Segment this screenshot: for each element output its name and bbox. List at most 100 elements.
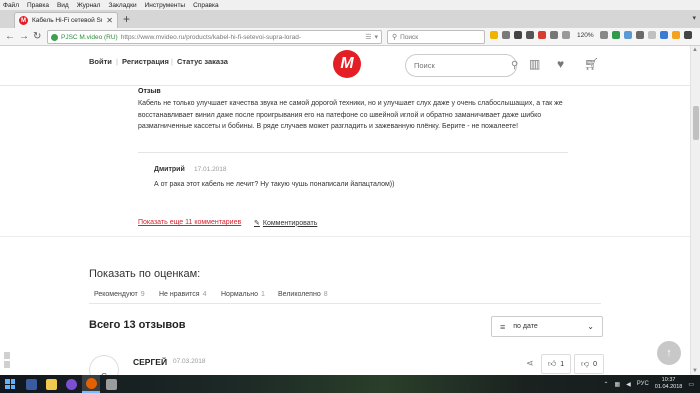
review-date: 07.03.2018 xyxy=(173,358,206,365)
rating-filter-count: 8 xyxy=(323,291,328,298)
like-button[interactable]: 👍︎ 1 xyxy=(541,354,571,374)
extension-icon[interactable] xyxy=(624,31,632,39)
bookmark-icon[interactable] xyxy=(490,31,498,39)
taskbar-firefox[interactable] xyxy=(82,375,100,393)
browser-tab[interactable]: М Кабель Hi-Fi сетевой Supra Lo ✕ xyxy=(14,12,118,28)
taskbar-app[interactable] xyxy=(42,375,60,393)
extension-icon[interactable] xyxy=(636,31,644,39)
toolbar-icons-right xyxy=(600,31,692,39)
rating-filter-dislike[interactable]: Не нравится 4 xyxy=(159,291,207,298)
adblock-icon[interactable] xyxy=(538,31,546,39)
login-link[interactable]: Войти xyxy=(89,57,112,66)
network-icon[interactable]: ▦ xyxy=(614,381,620,388)
rating-filter-normal[interactable]: Нормально 1 xyxy=(221,291,265,298)
gutter-mark xyxy=(4,352,10,359)
tab-strip: М Кабель Hi-Fi сетевой Supra Lo ✕ + ▾ xyxy=(0,10,700,28)
rating-filter-recommend[interactable]: Рекомендуют 9 xyxy=(94,291,145,298)
toolbar-icons xyxy=(490,31,570,39)
extension-icon[interactable] xyxy=(648,31,656,39)
extension-icon[interactable] xyxy=(550,31,558,39)
menu-edit[interactable]: Правка xyxy=(27,2,49,9)
app-icon xyxy=(25,378,37,390)
extension-icon[interactable] xyxy=(672,31,680,39)
reload-icon[interactable]: ↻ xyxy=(33,31,41,43)
register-link[interactable]: Регистрация xyxy=(122,57,169,66)
rating-filter-count: 4 xyxy=(202,291,207,298)
scroll-up-arrow-icon[interactable]: ▲ xyxy=(692,47,698,53)
clock-time: 10:37 xyxy=(661,377,676,383)
clock[interactable]: 10:37 01.04.2018 xyxy=(655,377,683,391)
scrollbar-thumb[interactable] xyxy=(693,106,699,140)
rating-filter-label: Великолепно xyxy=(278,291,321,298)
extension-icon[interactable] xyxy=(660,31,668,39)
menu-bookmarks[interactable]: Закладки xyxy=(108,2,136,9)
page-scrollbar[interactable]: ▲ ▼ xyxy=(690,46,700,375)
taskbar-app[interactable] xyxy=(22,375,40,393)
menu-view[interactable]: Вид xyxy=(57,2,69,9)
list-tabs-icon[interactable]: ▾ xyxy=(692,14,696,22)
mvideo-logo[interactable]: М xyxy=(333,50,361,78)
comment-icon: ✎ xyxy=(254,220,260,227)
browser-search[interactable]: ⚲ xyxy=(387,30,485,44)
site-header: Войти | Регистрация | Статус заказа М ⚲ … xyxy=(0,46,690,86)
rating-filter-excellent[interactable]: Великолепно 8 xyxy=(278,291,328,298)
browser-search-input[interactable] xyxy=(400,33,481,41)
tab-close-icon[interactable]: ✕ xyxy=(106,16,113,25)
scroll-down-arrow-icon[interactable]: ▼ xyxy=(692,368,698,374)
show-more-comments-link[interactable]: Показать еще 11 комментариев xyxy=(138,219,241,226)
folder-icon xyxy=(45,378,57,390)
wishlist-heart-icon[interactable]: ♥ xyxy=(557,58,564,70)
separator: | xyxy=(171,57,173,66)
keyboard-language[interactable]: РУС xyxy=(637,381,649,387)
extension-icon[interactable] xyxy=(514,31,522,39)
menu-help[interactable]: Справка xyxy=(193,2,219,9)
rating-filter-count: 1 xyxy=(261,291,265,298)
forward-icon[interactable]: → xyxy=(19,31,29,43)
rating-filter-label: Рекомендуют xyxy=(94,291,138,298)
rating-filter-label: Нормально xyxy=(221,291,259,298)
menu-file[interactable]: Файл xyxy=(3,2,19,9)
share-icon[interactable]: ⋖ xyxy=(526,358,534,369)
zoom-level[interactable]: 120% xyxy=(577,32,594,39)
site-search[interactable]: ⚲ xyxy=(405,54,518,77)
rating-filter-label: Не нравится xyxy=(159,291,200,298)
rating-filter-count: 9 xyxy=(140,291,145,298)
url-bar[interactable]: PJSC M.video (RU) https://www.mvideo.ru/… xyxy=(47,30,382,44)
url-text[interactable]: https://www.mvideo.ru/products/kabel-hi-… xyxy=(121,34,362,41)
extension-icon[interactable] xyxy=(526,31,534,39)
dropdown-arrow-icon[interactable]: ▾ xyxy=(374,33,378,41)
divider xyxy=(89,303,601,304)
extension-icon[interactable] xyxy=(562,31,570,39)
comment-button[interactable]: ✎ Комментировать xyxy=(254,219,317,228)
tray-arrow-icon[interactable]: ⌃ xyxy=(603,381,608,388)
compare-icon[interactable]: ▥ xyxy=(529,58,540,70)
menu-icon[interactable] xyxy=(684,31,692,39)
total-reviews-heading: Всего 13 отзывов xyxy=(89,319,186,331)
dislike-button[interactable]: 👎︎ 0 xyxy=(574,354,604,374)
separator: | xyxy=(116,57,118,66)
reader-view-icon[interactable]: ☰ xyxy=(365,33,371,41)
menu-history[interactable]: Журнал xyxy=(77,2,101,9)
extension-icon[interactable] xyxy=(600,31,608,39)
back-icon[interactable]: ← xyxy=(5,31,15,43)
reply-text: А от рака этот кабель не лечит? Ну такую… xyxy=(154,181,395,188)
tab-title: Кабель Hi-Fi сетевой Supra Lo xyxy=(32,17,102,24)
search-icon[interactable]: ⚲ xyxy=(511,60,518,71)
review-label: Отзыв xyxy=(138,88,161,95)
volume-icon[interactable]: ◀︎ xyxy=(626,381,631,388)
order-status-link[interactable]: Статус заказа xyxy=(177,57,228,66)
menu-tools[interactable]: Инструменты xyxy=(145,2,186,9)
download-icon[interactable] xyxy=(502,31,510,39)
start-button[interactable] xyxy=(0,375,20,393)
sort-select[interactable]: ≡ по дате ⌄ xyxy=(491,316,603,337)
cart-icon[interactable]: 🛒︎ xyxy=(584,58,599,70)
gutter-mark xyxy=(4,361,10,368)
extension-icon[interactable] xyxy=(612,31,620,39)
ratings-filter-title: Показать по оценкам: xyxy=(89,268,201,280)
scroll-to-top-button[interactable]: ↑ xyxy=(657,341,681,365)
new-tab-icon[interactable]: + xyxy=(123,13,130,25)
taskbar-app[interactable] xyxy=(102,375,120,393)
notifications-icon[interactable]: ▭ xyxy=(688,381,694,388)
taskbar-app[interactable] xyxy=(62,375,80,393)
site-search-input[interactable] xyxy=(414,61,511,70)
